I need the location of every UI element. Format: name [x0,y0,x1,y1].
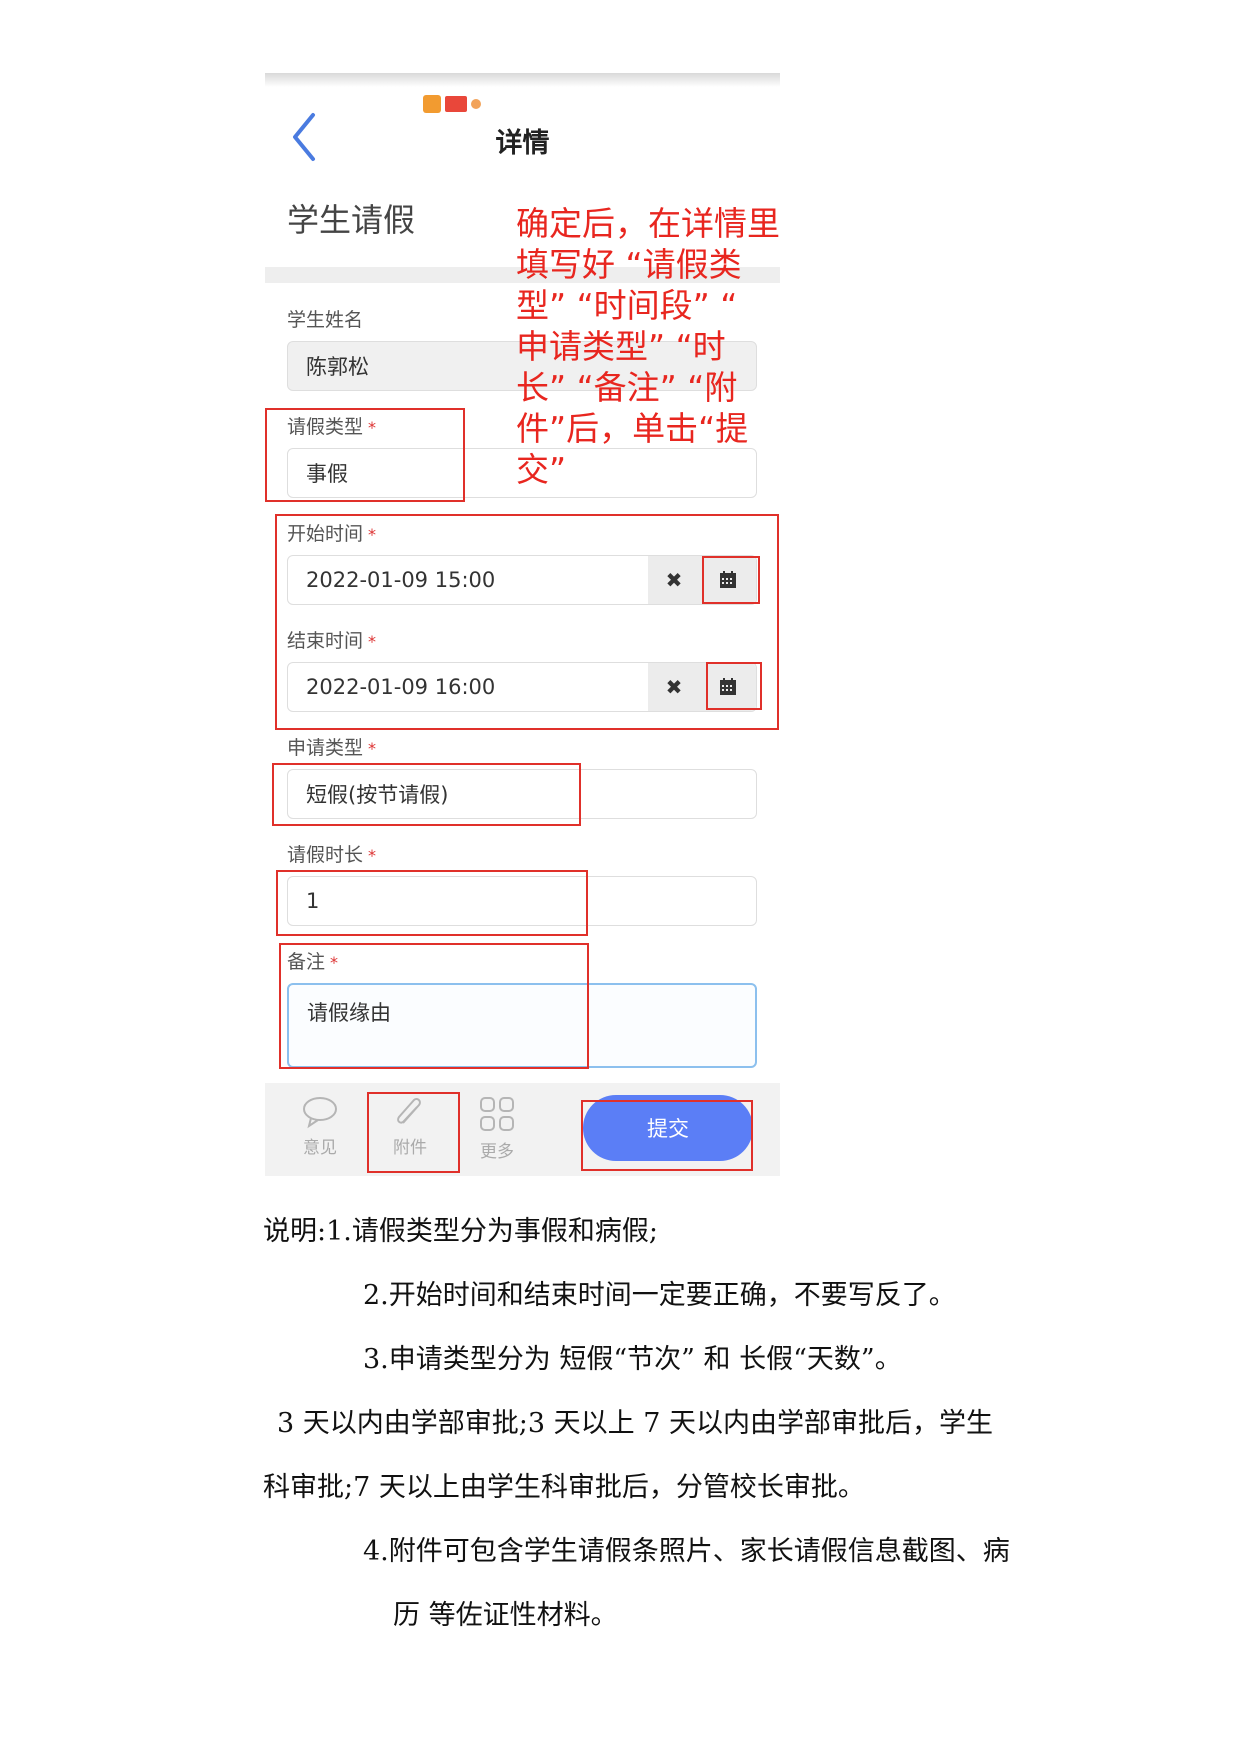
apply-type-select[interactable]: 短假(按节请假) [287,769,757,819]
status-bar-shade [265,73,780,87]
paperclip-icon [397,1097,421,1124]
end-calendar-button[interactable] [700,663,756,711]
note-line: 科审批;7 天以上由学生科审批后，分管校长审批。 [263,1472,865,1503]
duration-input[interactable]: 1 [287,876,757,926]
app-logo-icon [423,95,441,113]
close-icon: ✖ [665,568,683,592]
badge-icon [471,99,481,109]
clear-start-time-button[interactable]: ✖ [648,556,700,604]
instruction-annotation: 确定后，在详情里 填写好 “请假类 型” “时间段” “ 申请类型” “时 长”… [516,203,784,490]
explanation-notes: 说明:1.请假类型分为事假和病假; 2.开始时间和结束时间一定要正确，不要写反了… [263,1200,1083,1648]
grid-icon [480,1097,514,1131]
annotation-line: 件”后，单击“提 [516,409,749,448]
note-line: 3.申请类型分为 短假“节次” 和 长假“天数”。 [363,1344,902,1375]
annotation-line: 申请类型” “时 [516,327,726,366]
clear-end-time-button[interactable]: ✖ [648,663,700,711]
app-logos [423,95,481,113]
brand-logo-icon [445,96,467,112]
duration-label: 请假时长 * [287,844,377,866]
annotation-line: 填写好 “请假类 [516,245,742,284]
note-line: 历 等佐证性材料。 [393,1600,618,1631]
start-calendar-button[interactable] [700,556,756,604]
end-time-input[interactable]: 2022-01-09 16:00 ✖ [287,662,757,712]
close-icon: ✖ [665,675,683,699]
note-line: 3 天以内由学部审批;3 天以上 7 天以内由学部审批后，学生 [277,1408,993,1439]
comment-icon [303,1097,337,1129]
remark-label: 备注 * [287,951,339,973]
start-time-label: 开始时间 * [287,523,377,545]
annotation-line: 交” [516,450,567,489]
note-line: 4.附件可包含学生请假条照片、家长请假信息截图、病 [363,1536,1010,1567]
calendar-icon [720,571,736,588]
note-line: 说明:1.请假类型分为事假和病假; [263,1216,658,1247]
bottom-toolbar: 意见 附件 更多 提交 [265,1083,780,1176]
apply-type-label: 申请类型 * [287,737,377,759]
start-time-input[interactable]: 2022-01-09 15:00 ✖ [287,555,757,605]
student-name-label: 学生姓名 [287,309,364,331]
submit-button[interactable]: 提交 [583,1095,753,1161]
comment-button[interactable]: 意见 [285,1095,355,1167]
calendar-icon [720,678,736,695]
annotation-line: 确定后，在详情里 [516,204,780,243]
more-button[interactable]: 更多 [462,1095,532,1167]
annotation-line: 型” “时间段” “ [516,286,738,325]
note-line: 2.开始时间和结束时间一定要正确，不要写反了。 [363,1280,956,1311]
end-time-label: 结束时间 * [287,630,377,652]
form-title: 学生请假 [287,201,416,239]
remark-textarea[interactable]: 请假缘由 [287,983,757,1068]
annotation-line: 长” “备注” “附 [516,368,738,407]
page-title: 详情 [495,128,550,159]
attachment-button[interactable]: 附件 [375,1095,445,1167]
leave-type-label: 请假类型 * [287,416,377,438]
